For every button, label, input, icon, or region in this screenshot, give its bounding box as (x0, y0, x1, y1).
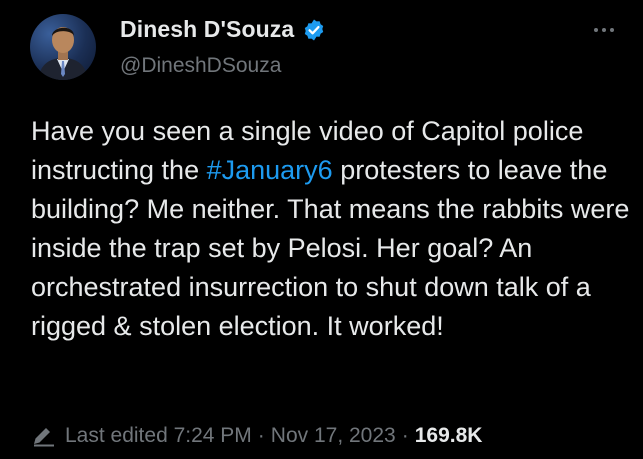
avatar[interactable] (30, 14, 96, 80)
tweet-meta: Last edited 7:24 PM · Nov 17, 2023 · 169… (31, 424, 482, 448)
pencil-icon (31, 425, 57, 447)
more-options-icon[interactable] (587, 18, 621, 42)
hashtag-link[interactable]: #January6 (207, 155, 333, 185)
separator: · (257, 424, 265, 447)
tweet-date[interactable]: Nov 17, 2023 (271, 424, 396, 448)
edited-timestamp[interactable]: Last edited 7:24 PM (65, 424, 252, 448)
author-handle[interactable]: @DineshDSouza (120, 54, 281, 78)
author-name-row: Dinesh D'Souza (120, 16, 326, 43)
separator: · (401, 424, 409, 447)
author-display-name[interactable]: Dinesh D'Souza (120, 16, 294, 43)
view-count[interactable]: 169.8K (415, 424, 483, 448)
tweet-card: Dinesh D'Souza @DineshDSouza Have you se… (0, 0, 643, 459)
verified-badge-icon (302, 18, 326, 42)
tweet-text: Have you seen a single video of Capitol … (31, 112, 631, 346)
